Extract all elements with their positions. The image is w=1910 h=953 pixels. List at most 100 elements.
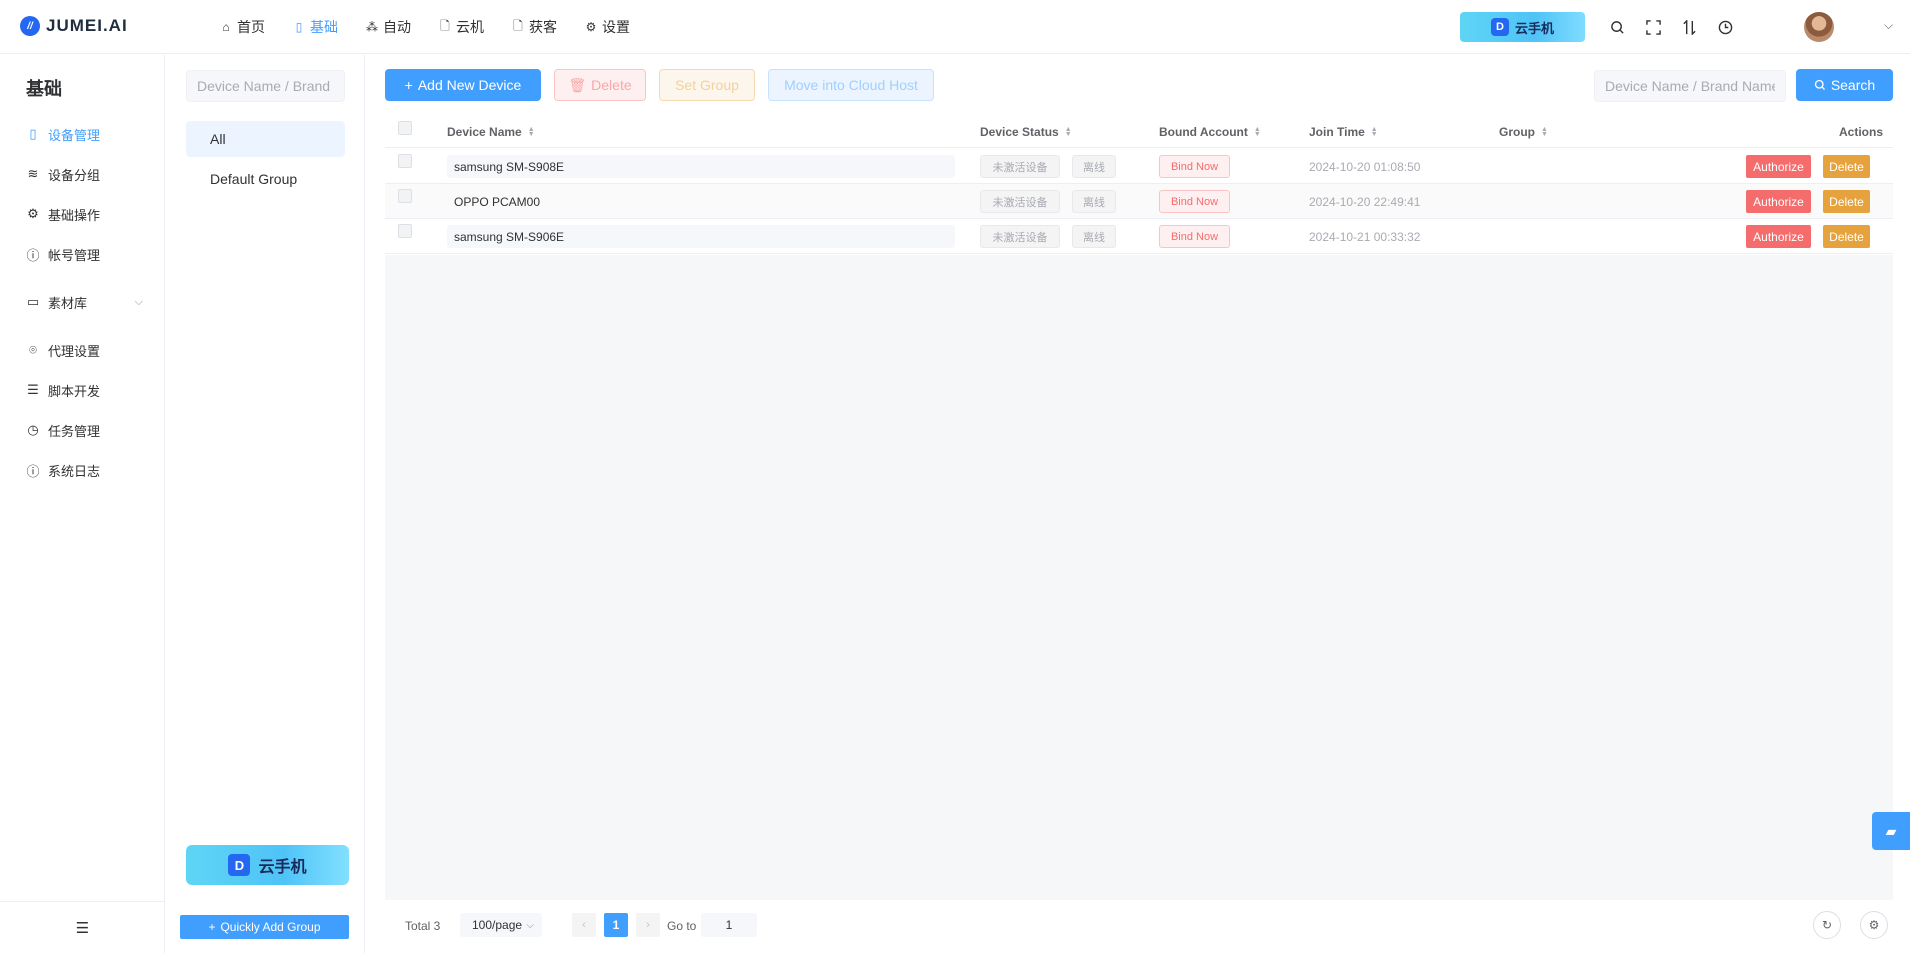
top-navbar: // JUMEI.AI ⌂ 首页 ▯ 基础 ⁂ 自动 🗋 云机 🗋 获客 ⚙ 设… [0,0,1910,54]
bind-now-button[interactable]: Bind Now [1159,155,1230,178]
bind-now-button[interactable]: Bind Now [1159,225,1230,248]
nav-label: 首页 [237,19,265,35]
page-number[interactable]: 1 [604,913,628,937]
cloud-phone-banner[interactable]: D 云手机 [186,845,349,885]
row-checkbox[interactable] [398,154,412,168]
sidebar-item-basic-operations[interactable]: ⚙ 基础操作 [0,194,165,234]
sort-icon: ▲ ▼ [1253,125,1261,138]
join-time-cell: 2024-10-21 00:33:32 [1309,229,1421,244]
nav-cloud[interactable]: 🗋 云机 [439,17,484,38]
doc-icon: 🗋 [440,18,450,33]
table-settings-button[interactable]: ⚙ [1860,911,1888,939]
column-device-status[interactable]: Device Status ▲ ▼ [980,115,1072,148]
search-button[interactable]: Search [1796,69,1893,101]
nav-auto[interactable]: ⁂ 自动 [366,17,411,37]
table-row[interactable]: samsung SM-S906E 未激活设备 离线 Bind Now 2024-… [385,219,1893,254]
group-item-all[interactable]: All [186,121,345,157]
online-badge: 离线 [1072,155,1116,178]
sidebar-item-label: 设备分组 [48,167,101,183]
authorize-button[interactable]: Authorize [1746,155,1811,178]
chevron-left-icon: ‹ [582,919,586,931]
quick-add-group-button[interactable]: + Quickly Add Group [180,915,349,939]
column-device-name[interactable]: Device Name ▲ ▼ [447,115,535,148]
set-group-button[interactable]: Set Group [659,69,755,101]
column-label: Actions [1839,124,1884,139]
sort-icon: ▲ ▼ [527,125,535,138]
move-cloud-host-button[interactable]: Move into Cloud Host [768,69,934,101]
select-all-checkbox[interactable] [398,121,412,135]
bind-now-button[interactable]: Bind Now [1159,190,1230,213]
authorize-button[interactable]: Authorize [1746,190,1811,213]
nav-acquire[interactable]: 🗋 获客 [512,17,557,38]
location-icon: ⌾ [29,342,37,357]
plus-icon: + [404,77,413,93]
column-group[interactable]: Group ▲ ▼ [1499,115,1548,148]
button-label: Search [1830,77,1876,93]
sidebar-item-label: 系统日志 [48,463,101,479]
row-delete-button[interactable]: Delete [1823,155,1870,178]
column-bound-account[interactable]: Bound Account ▲ ▼ [1159,115,1261,148]
flow-icon: ⁂ [366,20,378,34]
folder-icon: ▭ [26,294,40,309]
nav-label: 获客 [529,19,557,35]
refresh-button[interactable]: ↻ [1813,911,1841,939]
status-badge: 未激活设备 [980,225,1060,248]
avatar[interactable] [1804,12,1834,42]
banner-label: 云手机 [1514,20,1554,36]
column-label: Join Time [1309,124,1365,139]
logo[interactable]: // JUMEI.AI [20,16,128,36]
chevron-down-icon[interactable]: ⌵ [1884,18,1893,33]
search-icon[interactable] [1608,14,1626,40]
nav-label: 设置 [602,19,630,35]
nav-label: 基础 [310,19,338,35]
row-checkbox[interactable] [398,189,412,203]
delete-button[interactable]: 🗑 Delete [554,69,646,101]
sidebar-item-device-management[interactable]: ▯ 设备管理 [0,114,165,154]
group-item-default[interactable]: Default Group [186,161,345,197]
online-badge: 离线 [1072,225,1116,248]
column-join-time[interactable]: Join Time ▲ ▼ [1309,115,1378,148]
sidebar-item-task-management[interactable]: ◷ 任务管理 [0,410,165,450]
row-delete-button[interactable]: Delete [1823,190,1870,213]
sidebar-item-label: 帐号管理 [48,247,101,263]
prev-page-button[interactable]: ‹ [572,913,596,937]
switch-icon[interactable] [1680,14,1698,40]
column-label: Group [1499,124,1535,139]
sidebar-item-device-group[interactable]: ≋ 设备分组 [0,154,165,194]
sidebar-item-label: 素材库 [48,295,88,311]
device-name-cell: OPPO PCAM00 [454,194,541,209]
column-label: Bound Account [1159,124,1248,139]
next-page-button[interactable]: › [636,913,660,937]
authorize-button[interactable]: Authorize [1746,225,1811,248]
row-checkbox[interactable] [398,224,412,238]
group-search-input[interactable] [186,70,345,102]
sidebar-item-proxy-settings[interactable]: ⌾ 代理设置 [0,330,165,370]
table-header: Device Name ▲ ▼ Device Status ▲ ▼ Bound Ac… [385,115,1893,148]
add-device-button[interactable]: + Add New Device [385,69,541,101]
plus-icon: + [208,920,216,934]
goto-page-input[interactable] [701,913,757,937]
online-badge: 离线 [1072,190,1116,213]
nav-basic[interactable]: ▯ 基础 [293,17,338,37]
table-row[interactable]: samsung SM-S908E 未激活设备 离线 Bind Now 2024-… [385,149,1893,184]
sidebar-item-account-management[interactable]: ⓘ 帐号管理 [0,234,165,274]
table-row[interactable]: OPPO PCAM00 未激活设备 离线 Bind Now 2024-10-20… [385,184,1893,219]
logo-mark-icon: // [20,16,40,36]
cloud-phone-banner[interactable]: D 云手机 [1460,12,1585,42]
device-search-input[interactable] [1594,70,1786,102]
page-size-select[interactable]: 100/page ⌵ [460,913,542,937]
sidebar-item-material-library[interactable]: ▭ 素材库 ⌵ [0,282,165,322]
column-label: Device Status [980,124,1059,139]
main-content: + Add New Device 🗑 Delete Set Group Move… [366,55,1910,953]
floating-tool-button[interactable]: ▰ [1872,812,1910,850]
divider [0,322,165,330]
fullscreen-icon[interactable] [1644,14,1662,40]
goto-label: Go to [667,919,697,933]
nav-settings[interactable]: ⚙ 设置 [585,17,630,37]
clock-icon[interactable] [1716,14,1734,40]
sidebar-item-script-dev[interactable]: ☰ 脚本开发 [0,370,165,410]
collapse-menu-icon[interactable]: ☰ [0,901,165,953]
nav-home[interactable]: ⌂ 首页 [220,17,265,37]
row-delete-button[interactable]: Delete [1823,225,1870,248]
sidebar-item-system-log[interactable]: ⓘ 系统日志 [0,450,165,490]
